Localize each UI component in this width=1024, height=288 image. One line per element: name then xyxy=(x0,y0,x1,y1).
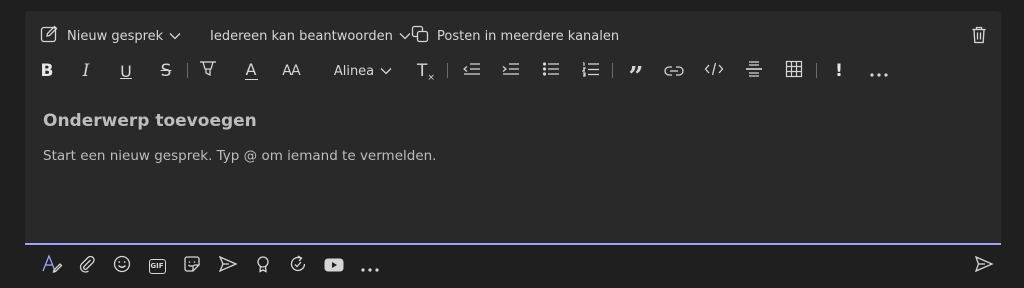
praise-button[interactable] xyxy=(251,254,275,278)
bold-button[interactable]: B xyxy=(39,58,55,84)
toolbar-divider xyxy=(612,63,613,78)
compose-actions-bar: GIF xyxy=(0,250,1024,282)
format-toggle-button[interactable] xyxy=(40,254,64,278)
youtube-icon xyxy=(324,257,344,276)
insert-table-button[interactable] xyxy=(783,58,805,84)
chevron-down-icon xyxy=(399,29,411,44)
emoji-icon xyxy=(113,255,131,277)
youtube-button[interactable] xyxy=(322,254,346,278)
italic-button[interactable]: I xyxy=(78,58,94,84)
decrease-indent-icon xyxy=(462,61,482,81)
chevron-down-icon xyxy=(380,64,392,79)
focus-underline xyxy=(25,243,1001,245)
meet-now-icon xyxy=(218,255,238,277)
praise-badge-icon xyxy=(255,255,271,277)
loop-icon xyxy=(289,255,307,277)
message-body-input[interactable]: Start een nieuw gesprek. Typ @ om iemand… xyxy=(43,148,436,164)
format-icon xyxy=(41,254,63,278)
font-color-bar xyxy=(244,78,258,81)
sticker-button[interactable] xyxy=(180,254,204,278)
bold-icon: B xyxy=(40,61,54,81)
clear-formatting-button[interactable]: T× xyxy=(415,58,437,84)
table-icon xyxy=(785,60,803,82)
trash-icon xyxy=(971,26,987,48)
horizontal-rule-icon xyxy=(745,60,763,82)
horizontal-rule-button[interactable] xyxy=(743,58,765,84)
underline-icon: U xyxy=(120,61,132,81)
schedule-meeting-button[interactable] xyxy=(216,254,240,278)
important-icon: ! xyxy=(835,61,843,81)
reply-setting-dropdown[interactable]: Iedereen kan beantwoorden xyxy=(210,29,411,44)
post-multiple-channels-label: Posten in meerdere kanalen xyxy=(437,28,620,44)
gif-button[interactable]: GIF xyxy=(145,254,169,278)
paragraph-style-label: Alinea xyxy=(333,63,375,79)
more-apps-button[interactable] xyxy=(358,254,382,278)
link-icon xyxy=(664,62,684,81)
reply-setting-label: Iedereen kan beantwoorden xyxy=(210,28,393,44)
italic-icon: I xyxy=(82,61,90,81)
bulleted-list-icon xyxy=(542,61,560,81)
send-icon xyxy=(974,255,994,277)
font-color-button[interactable]: A xyxy=(243,58,259,84)
strikethrough-icon: S xyxy=(160,61,172,81)
clear-formatting-icon: T× xyxy=(417,61,435,83)
quote-icon: ” xyxy=(628,62,644,92)
numbered-list-icon xyxy=(581,61,600,81)
paragraph-style-dropdown[interactable]: Alinea xyxy=(333,58,393,84)
more-horizontal-icon xyxy=(870,62,888,81)
compose-header: Nieuw gesprek Iedereen kan beantwoorden … xyxy=(39,24,987,48)
new-conversation-dropdown[interactable]: Nieuw gesprek xyxy=(39,24,181,48)
toolbar-divider xyxy=(816,63,817,78)
loop-component-button[interactable] xyxy=(286,254,310,278)
decrease-indent-button[interactable] xyxy=(461,58,483,84)
font-size-button[interactable]: AA xyxy=(281,58,301,84)
send-button[interactable] xyxy=(972,254,996,278)
code-snippet-button[interactable] xyxy=(703,58,725,84)
mark-important-button[interactable]: ! xyxy=(829,58,849,84)
highlight-button[interactable] xyxy=(197,58,219,84)
delete-draft-button[interactable] xyxy=(971,26,987,48)
emoji-button[interactable] xyxy=(110,254,134,278)
post-multiple-channels-button[interactable]: Posten in meerdere kanalen xyxy=(411,25,619,47)
bulleted-list-button[interactable] xyxy=(540,58,562,84)
compose-box: Nieuw gesprek Iedereen kan beantwoorden … xyxy=(25,11,1001,245)
subject-input[interactable]: Onderwerp toevoegen xyxy=(43,111,257,131)
strikethrough-button[interactable]: S xyxy=(157,58,175,84)
more-horizontal-icon xyxy=(361,257,379,276)
toolbar-divider xyxy=(187,63,188,78)
font-color-icon: A xyxy=(245,59,257,79)
sticker-icon xyxy=(183,255,201,277)
chevron-down-icon xyxy=(169,29,181,44)
toolbar-divider xyxy=(447,63,448,78)
underline-button[interactable]: U xyxy=(118,58,134,84)
attach-file-button[interactable] xyxy=(75,254,99,278)
highlighter-icon xyxy=(198,60,218,82)
quote-button[interactable]: ” xyxy=(625,58,647,90)
numbered-list-button[interactable] xyxy=(580,58,602,84)
font-size-icon: AA xyxy=(282,63,301,79)
increase-indent-button[interactable] xyxy=(500,58,522,84)
increase-indent-icon xyxy=(501,61,521,81)
insert-link-button[interactable] xyxy=(663,58,685,84)
multiple-channels-icon xyxy=(411,25,429,47)
gif-icon: GIF xyxy=(148,258,166,274)
new-conversation-label: Nieuw gesprek xyxy=(67,28,164,44)
code-icon xyxy=(704,61,724,81)
more-options-button[interactable] xyxy=(867,58,891,84)
paperclip-icon xyxy=(78,255,96,277)
compose-icon xyxy=(39,24,59,48)
